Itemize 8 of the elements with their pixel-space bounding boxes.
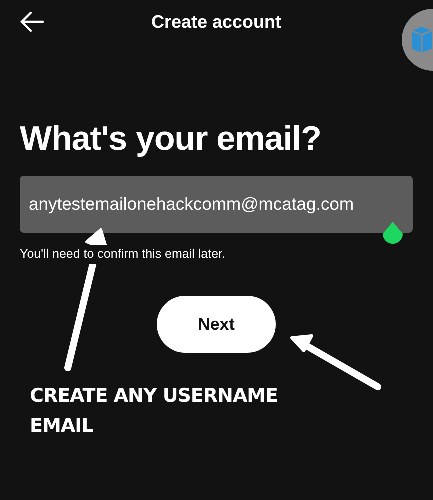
email-field[interactable]: anytestemailonehackcomm@mcatag.com [20, 176, 413, 233]
cube-icon [410, 25, 432, 55]
next-button[interactable]: Next [157, 296, 276, 353]
back-arrow-icon [19, 11, 45, 33]
annotation-text: CREATE ANY USERNAME EMAIL [30, 384, 280, 439]
page-heading: What's your email? [20, 119, 322, 159]
header-title: Create account [151, 10, 282, 34]
email-input[interactable]: anytestemailonehackcomm@mcatag.com [29, 191, 404, 218]
